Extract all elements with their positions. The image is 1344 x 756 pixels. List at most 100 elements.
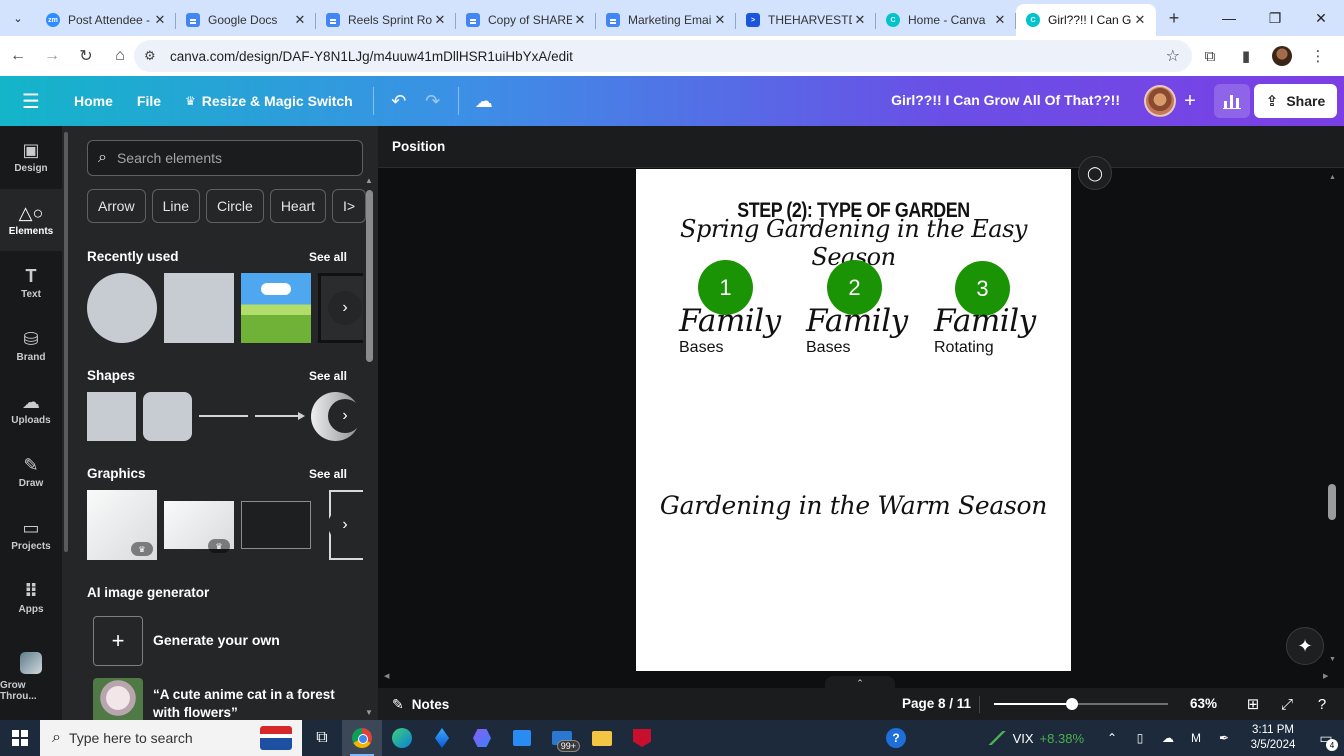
tab-search-dropdown-icon[interactable]: ⌄ bbox=[4, 4, 32, 32]
scroll-down-icon[interactable]: ▼ bbox=[365, 708, 373, 717]
rail-item-draw[interactable]: ✎ Draw bbox=[0, 441, 62, 503]
page-indicator[interactable]: Page 8 / 11 bbox=[902, 696, 971, 711]
mail-app-icon[interactable]: 99+ bbox=[542, 720, 582, 756]
browser-tab[interactable]: Google Docs ✕ bbox=[176, 4, 316, 36]
reload-icon[interactable]: ↻ bbox=[70, 40, 102, 72]
file-menu-button[interactable]: File bbox=[125, 83, 173, 119]
chrome-app-icon[interactable] bbox=[342, 720, 382, 756]
stock-widget[interactable]: VIX +8.38% bbox=[986, 731, 1084, 746]
undo-icon[interactable]: ↶ bbox=[382, 84, 416, 118]
editor-scrollbar[interactable]: ▲ ▼ bbox=[1328, 174, 1338, 664]
position-button[interactable]: Position bbox=[392, 139, 445, 154]
share-button[interactable]: ⇪ Share bbox=[1254, 84, 1337, 118]
pen-icon[interactable]: ✒ bbox=[1210, 720, 1238, 756]
maximize-icon[interactable]: ❐ bbox=[1252, 0, 1298, 36]
hex-app-icon[interactable] bbox=[462, 720, 502, 756]
chevron-right-icon[interactable]: › bbox=[328, 508, 362, 542]
side-panel-icon[interactable]: ▮ bbox=[1230, 40, 1262, 72]
scrollbar-thumb[interactable] bbox=[366, 190, 373, 362]
scroll-down-icon[interactable]: ▼ bbox=[1329, 656, 1336, 663]
generate-plus-button[interactable]: + bbox=[93, 616, 143, 666]
back-arrow-icon[interactable]: ← bbox=[2, 40, 34, 72]
close-icon[interactable]: ✕ bbox=[432, 12, 448, 28]
url-field[interactable]: ⚙ canva.com/design/DAF-Y8N1LJg/m4uuw41mD… bbox=[134, 40, 1192, 72]
fullscreen-icon[interactable]: ⤢ bbox=[1276, 693, 1298, 715]
shape-rounded-square[interactable] bbox=[143, 392, 192, 441]
browser-tab[interactable]: Reels Sprint Round ✕ bbox=[316, 4, 456, 36]
search-highlight-icon[interactable] bbox=[260, 726, 292, 750]
scroll-up-icon[interactable]: ▲ bbox=[1329, 174, 1336, 181]
search-input[interactable] bbox=[116, 150, 337, 166]
family-script-text[interactable]: Family bbox=[934, 303, 1036, 339]
shape-square[interactable] bbox=[87, 392, 136, 441]
panel-scrollbar[interactable]: ▲ ▼ bbox=[363, 176, 375, 720]
bookmark-star-icon[interactable]: ☆ bbox=[1166, 46, 1180, 66]
insights-button[interactable] bbox=[1214, 84, 1250, 118]
family-subtitle[interactable]: Bases bbox=[679, 339, 723, 357]
family-script-text[interactable]: Family bbox=[679, 303, 781, 339]
browser-tab-active[interactable]: C Girl??!! I Can Grow ✕ bbox=[1016, 4, 1156, 36]
browser-tab[interactable]: > THEHARVESTDOC ✕ bbox=[736, 4, 876, 36]
close-icon[interactable]: ✕ bbox=[852, 12, 868, 28]
graphics-see-all[interactable]: See all bbox=[309, 467, 347, 481]
graphic-card[interactable]: ♛ bbox=[87, 490, 157, 560]
shape-arrow-line[interactable] bbox=[255, 415, 299, 417]
chip-heart[interactable]: Heart bbox=[269, 189, 327, 223]
rail-item-project[interactable]: Grow Throu... bbox=[0, 646, 62, 708]
help-icon[interactable]: ? bbox=[1311, 693, 1333, 715]
mcafee-tray-icon[interactable]: M bbox=[1182, 720, 1210, 756]
recent-landscape-image[interactable] bbox=[241, 273, 311, 343]
taskbar-search[interactable]: ⌕ bbox=[40, 720, 302, 756]
notification-center-icon[interactable]: ▭ 4 bbox=[1308, 720, 1344, 756]
cloud-sync-icon[interactable]: ☁ bbox=[467, 84, 501, 118]
family-subtitle[interactable]: Bases bbox=[806, 339, 850, 357]
rail-item-projects[interactable]: ▭ Projects bbox=[0, 504, 62, 566]
graphic-card[interactable]: ♛ bbox=[164, 501, 234, 553]
close-window-icon[interactable]: ✕ bbox=[1298, 0, 1344, 36]
close-icon[interactable]: ✕ bbox=[152, 12, 168, 28]
mcafee-app-icon[interactable] bbox=[622, 720, 662, 756]
collaborator-avatar[interactable] bbox=[1144, 85, 1176, 117]
chip-circle[interactable]: Circle bbox=[206, 189, 264, 223]
forward-arrow-icon[interactable]: → bbox=[36, 40, 68, 72]
redo-icon[interactable]: ↷ bbox=[416, 84, 450, 118]
editor-scrollbar-thumb[interactable] bbox=[1328, 484, 1336, 520]
blue-app-icon[interactable] bbox=[422, 720, 462, 756]
notes-button[interactable]: ✎ Notes bbox=[392, 696, 449, 713]
site-info-icon[interactable]: ⚙ bbox=[144, 48, 166, 64]
close-icon[interactable]: ✕ bbox=[572, 12, 588, 28]
edge-app-icon[interactable] bbox=[382, 720, 422, 756]
close-icon[interactable]: ✕ bbox=[992, 12, 1008, 28]
home-icon[interactable]: ⌂ bbox=[104, 40, 136, 72]
family-subtitle[interactable]: Rotating bbox=[934, 339, 994, 357]
search-elements[interactable]: ⌕ bbox=[87, 140, 363, 176]
panel-left-scrollbar[interactable] bbox=[64, 132, 68, 552]
shapes-see-all[interactable]: See all bbox=[309, 369, 347, 383]
taskbar-clock[interactable]: 3:11 PM 3/5/2024 bbox=[1238, 723, 1308, 753]
warm-season-text[interactable]: Gardening in the Warm Season bbox=[636, 491, 1071, 520]
recent-circle-shape[interactable] bbox=[87, 273, 157, 343]
grid-view-icon[interactable]: ⊞ bbox=[1242, 693, 1264, 715]
close-icon[interactable]: ✕ bbox=[712, 12, 728, 28]
zoom-slider[interactable] bbox=[994, 698, 1168, 710]
design-page[interactable]: STEP (2): TYPE OF GARDEN Spring Gardenin… bbox=[636, 169, 1071, 671]
file-explorer-icon[interactable] bbox=[582, 720, 622, 756]
home-button[interactable]: Home bbox=[62, 83, 125, 119]
taskbar-search-input[interactable] bbox=[68, 730, 229, 746]
rail-item-design[interactable]: ▣ Design bbox=[0, 126, 62, 188]
extensions-icon[interactable]: ⧉ bbox=[1194, 40, 1226, 72]
minimize-icon[interactable]: — bbox=[1206, 0, 1252, 36]
onedrive-icon[interactable]: ☁ bbox=[1154, 720, 1182, 756]
rail-item-text[interactable]: T Text bbox=[0, 252, 62, 314]
zoom-slider-knob[interactable] bbox=[1066, 698, 1079, 710]
scroll-up-icon[interactable]: ▲ bbox=[365, 176, 373, 185]
get-help-icon[interactable]: ? bbox=[886, 728, 906, 748]
recently-used-see-all[interactable]: See all bbox=[309, 250, 347, 264]
shape-line[interactable] bbox=[199, 415, 248, 417]
chevron-up-icon[interactable]: ⌃ bbox=[1098, 720, 1126, 756]
chevron-right-icon[interactable]: › bbox=[328, 291, 362, 325]
chip-more[interactable]: I> bbox=[332, 189, 367, 223]
rail-item-elements[interactable]: △○ Elements bbox=[0, 189, 62, 251]
graphic-frame[interactable] bbox=[241, 501, 311, 549]
chevron-right-icon[interactable]: › bbox=[328, 399, 362, 433]
